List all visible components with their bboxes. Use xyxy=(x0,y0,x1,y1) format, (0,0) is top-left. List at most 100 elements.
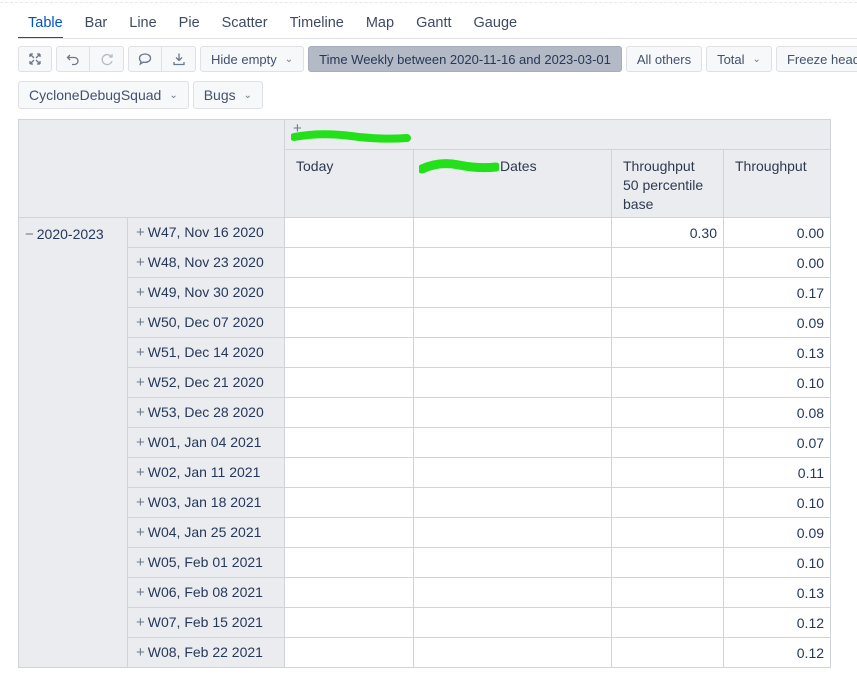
week-row-header[interactable]: + W53, Dec 28 2020 xyxy=(127,397,285,428)
tab-gauge[interactable]: Gauge xyxy=(464,8,518,37)
cell-throughput-50 xyxy=(611,547,724,578)
expand-toggle-icon[interactable]: + xyxy=(136,404,145,421)
week-label: W03, Jan 18 2021 xyxy=(147,494,262,510)
week-row-header[interactable]: + W01, Jan 04 2021 xyxy=(127,427,285,458)
cell-today xyxy=(284,397,414,428)
expand-toggle-icon[interactable]: + xyxy=(136,254,145,271)
undo-button[interactable] xyxy=(56,46,90,72)
table-row: + W06, Feb 08 2021 0.13 xyxy=(19,577,832,608)
expand-toggle-icon[interactable]: + xyxy=(136,584,145,601)
table-row: −2020-2023 + W47, Nov 16 2020 0.30 0.00 xyxy=(18,217,832,668)
expand-toggle-icon[interactable]: + xyxy=(136,374,145,391)
comment-export-group xyxy=(128,46,196,72)
week-row-header[interactable]: + W04, Jan 25 2021 xyxy=(127,517,285,548)
cell-throughput-50: 0.30 xyxy=(611,217,724,248)
week-label: W01, Jan 04 2021 xyxy=(147,434,262,450)
tab-map[interactable]: Map xyxy=(356,8,394,37)
issue-type-filter-dropdown[interactable]: Bugs ⌄ xyxy=(192,81,264,109)
tab-gantt[interactable]: Gantt xyxy=(406,8,451,37)
expand-toggle-icon[interactable]: + xyxy=(136,614,145,631)
column-header-throughput[interactable]: Throughput xyxy=(722,149,832,218)
all-others-button[interactable]: All others xyxy=(625,46,703,72)
year-row-header[interactable]: −2020-2023 xyxy=(18,217,128,668)
cell-today xyxy=(284,247,414,278)
cell-throughput: 0.13 xyxy=(722,337,832,368)
cell-throughput: 0.00 xyxy=(722,217,832,248)
week-row-header[interactable]: + W47, Nov 16 2020 xyxy=(127,217,285,248)
expand-toggle-icon[interactable]: + xyxy=(136,314,145,331)
export-button[interactable] xyxy=(162,46,196,72)
expand-toggle-icon[interactable]: + xyxy=(136,344,145,361)
squad-filter-dropdown[interactable]: CycloneDebugSquad ⌄ xyxy=(18,81,189,109)
week-row-header[interactable]: + W02, Jan 11 2021 xyxy=(127,457,285,488)
cell-throughput-50 xyxy=(611,337,724,368)
table-row: + W05, Feb 01 2021 0.10 xyxy=(19,547,832,578)
expand-toggle-icon[interactable]: + xyxy=(136,434,145,451)
cell-throughput-50 xyxy=(611,517,724,548)
cell-dates xyxy=(413,577,612,608)
tab-timeline[interactable]: Timeline xyxy=(280,8,344,37)
expand-toggle-icon[interactable]: + xyxy=(136,284,145,301)
cell-dates xyxy=(413,517,612,548)
week-label: W02, Jan 11 2021 xyxy=(147,464,261,480)
cell-throughput-50 xyxy=(611,307,724,338)
expand-toggle-icon[interactable]: + xyxy=(136,224,145,241)
comment-button[interactable] xyxy=(128,46,162,72)
cell-dates xyxy=(413,487,612,518)
week-row-header[interactable]: + W08, Feb 22 2021 xyxy=(127,637,285,668)
column-label: Throughput 50 percentile base xyxy=(623,158,704,212)
time-filter-button[interactable]: Time Weekly between 2020-11-16 and 2023-… xyxy=(308,46,622,72)
cell-dates xyxy=(413,457,612,488)
cell-throughput-50 xyxy=(611,367,724,398)
column-label: Today xyxy=(296,158,334,174)
cell-throughput: 0.10 xyxy=(722,547,832,578)
chevron-down-icon: ⌄ xyxy=(752,53,761,65)
tab-line[interactable]: Line xyxy=(119,8,156,37)
cell-throughput: 0.12 xyxy=(722,607,832,638)
expand-button[interactable] xyxy=(18,46,52,72)
time-filter-label: Time Weekly between 2020-11-16 and 2023-… xyxy=(319,51,611,67)
cell-dates xyxy=(413,607,612,638)
column-header-throughput-50[interactable]: Throughput 50 percentile base xyxy=(611,149,724,218)
tab-table[interactable]: Table xyxy=(18,8,63,39)
week-row-header[interactable]: + W50, Dec 07 2020 xyxy=(127,307,285,338)
cell-today xyxy=(284,457,414,488)
cell-dates xyxy=(413,367,612,398)
cell-dates xyxy=(413,307,612,338)
week-row-header[interactable]: + W05, Feb 01 2021 xyxy=(127,547,285,578)
all-others-label: All others xyxy=(636,51,692,67)
hide-empty-dropdown[interactable]: Hide empty ⌄ xyxy=(200,46,305,72)
expand-toggle-icon[interactable]: + xyxy=(136,494,145,511)
freeze-header-button[interactable]: Freeze header xyxy=(775,46,857,72)
tab-pie[interactable]: Pie xyxy=(169,8,200,37)
column-header-today[interactable]: Today xyxy=(284,149,414,218)
week-label: W48, Nov 23 2020 xyxy=(147,254,264,270)
week-row-header[interactable]: + W48, Nov 23 2020 xyxy=(127,247,285,278)
week-row-header[interactable]: + W03, Jan 18 2021 xyxy=(127,487,285,518)
cell-throughput-50 xyxy=(611,427,724,458)
column-header-dates[interactable]: Dates xyxy=(413,149,612,218)
collapse-toggle-icon[interactable]: − xyxy=(25,226,34,243)
cell-throughput-50 xyxy=(611,247,724,278)
cell-throughput: 0.10 xyxy=(722,367,832,398)
tab-bar[interactable]: Bar xyxy=(75,8,108,37)
measure-group-header[interactable]: + xyxy=(283,119,832,150)
tab-scatter[interactable]: Scatter xyxy=(212,8,268,37)
expand-toggle-icon[interactable]: + xyxy=(136,554,145,571)
week-row-header[interactable]: + W52, Dec 21 2020 xyxy=(127,367,285,398)
week-row-header[interactable]: + W07, Feb 15 2021 xyxy=(127,607,285,638)
week-label: W05, Feb 01 2021 xyxy=(147,554,263,570)
expand-toggle-icon[interactable]: + xyxy=(136,644,145,661)
tabs-divider xyxy=(18,38,857,39)
expand-toggle-icon[interactable]: + xyxy=(136,464,145,481)
week-row-header[interactable]: + W49, Nov 30 2020 xyxy=(127,277,285,308)
table-row: + W53, Dec 28 2020 0.08 xyxy=(19,397,832,428)
week-row-header[interactable]: + W06, Feb 08 2021 xyxy=(127,577,285,608)
total-dropdown[interactable]: Total ⌄ xyxy=(706,46,772,72)
cell-dates xyxy=(413,547,612,578)
redo-button[interactable] xyxy=(90,46,124,72)
week-row-header[interactable]: + W51, Dec 14 2020 xyxy=(127,337,285,368)
cell-dates xyxy=(413,397,612,428)
week-label: W53, Dec 28 2020 xyxy=(147,404,264,420)
expand-toggle-icon[interactable]: + xyxy=(136,524,145,541)
